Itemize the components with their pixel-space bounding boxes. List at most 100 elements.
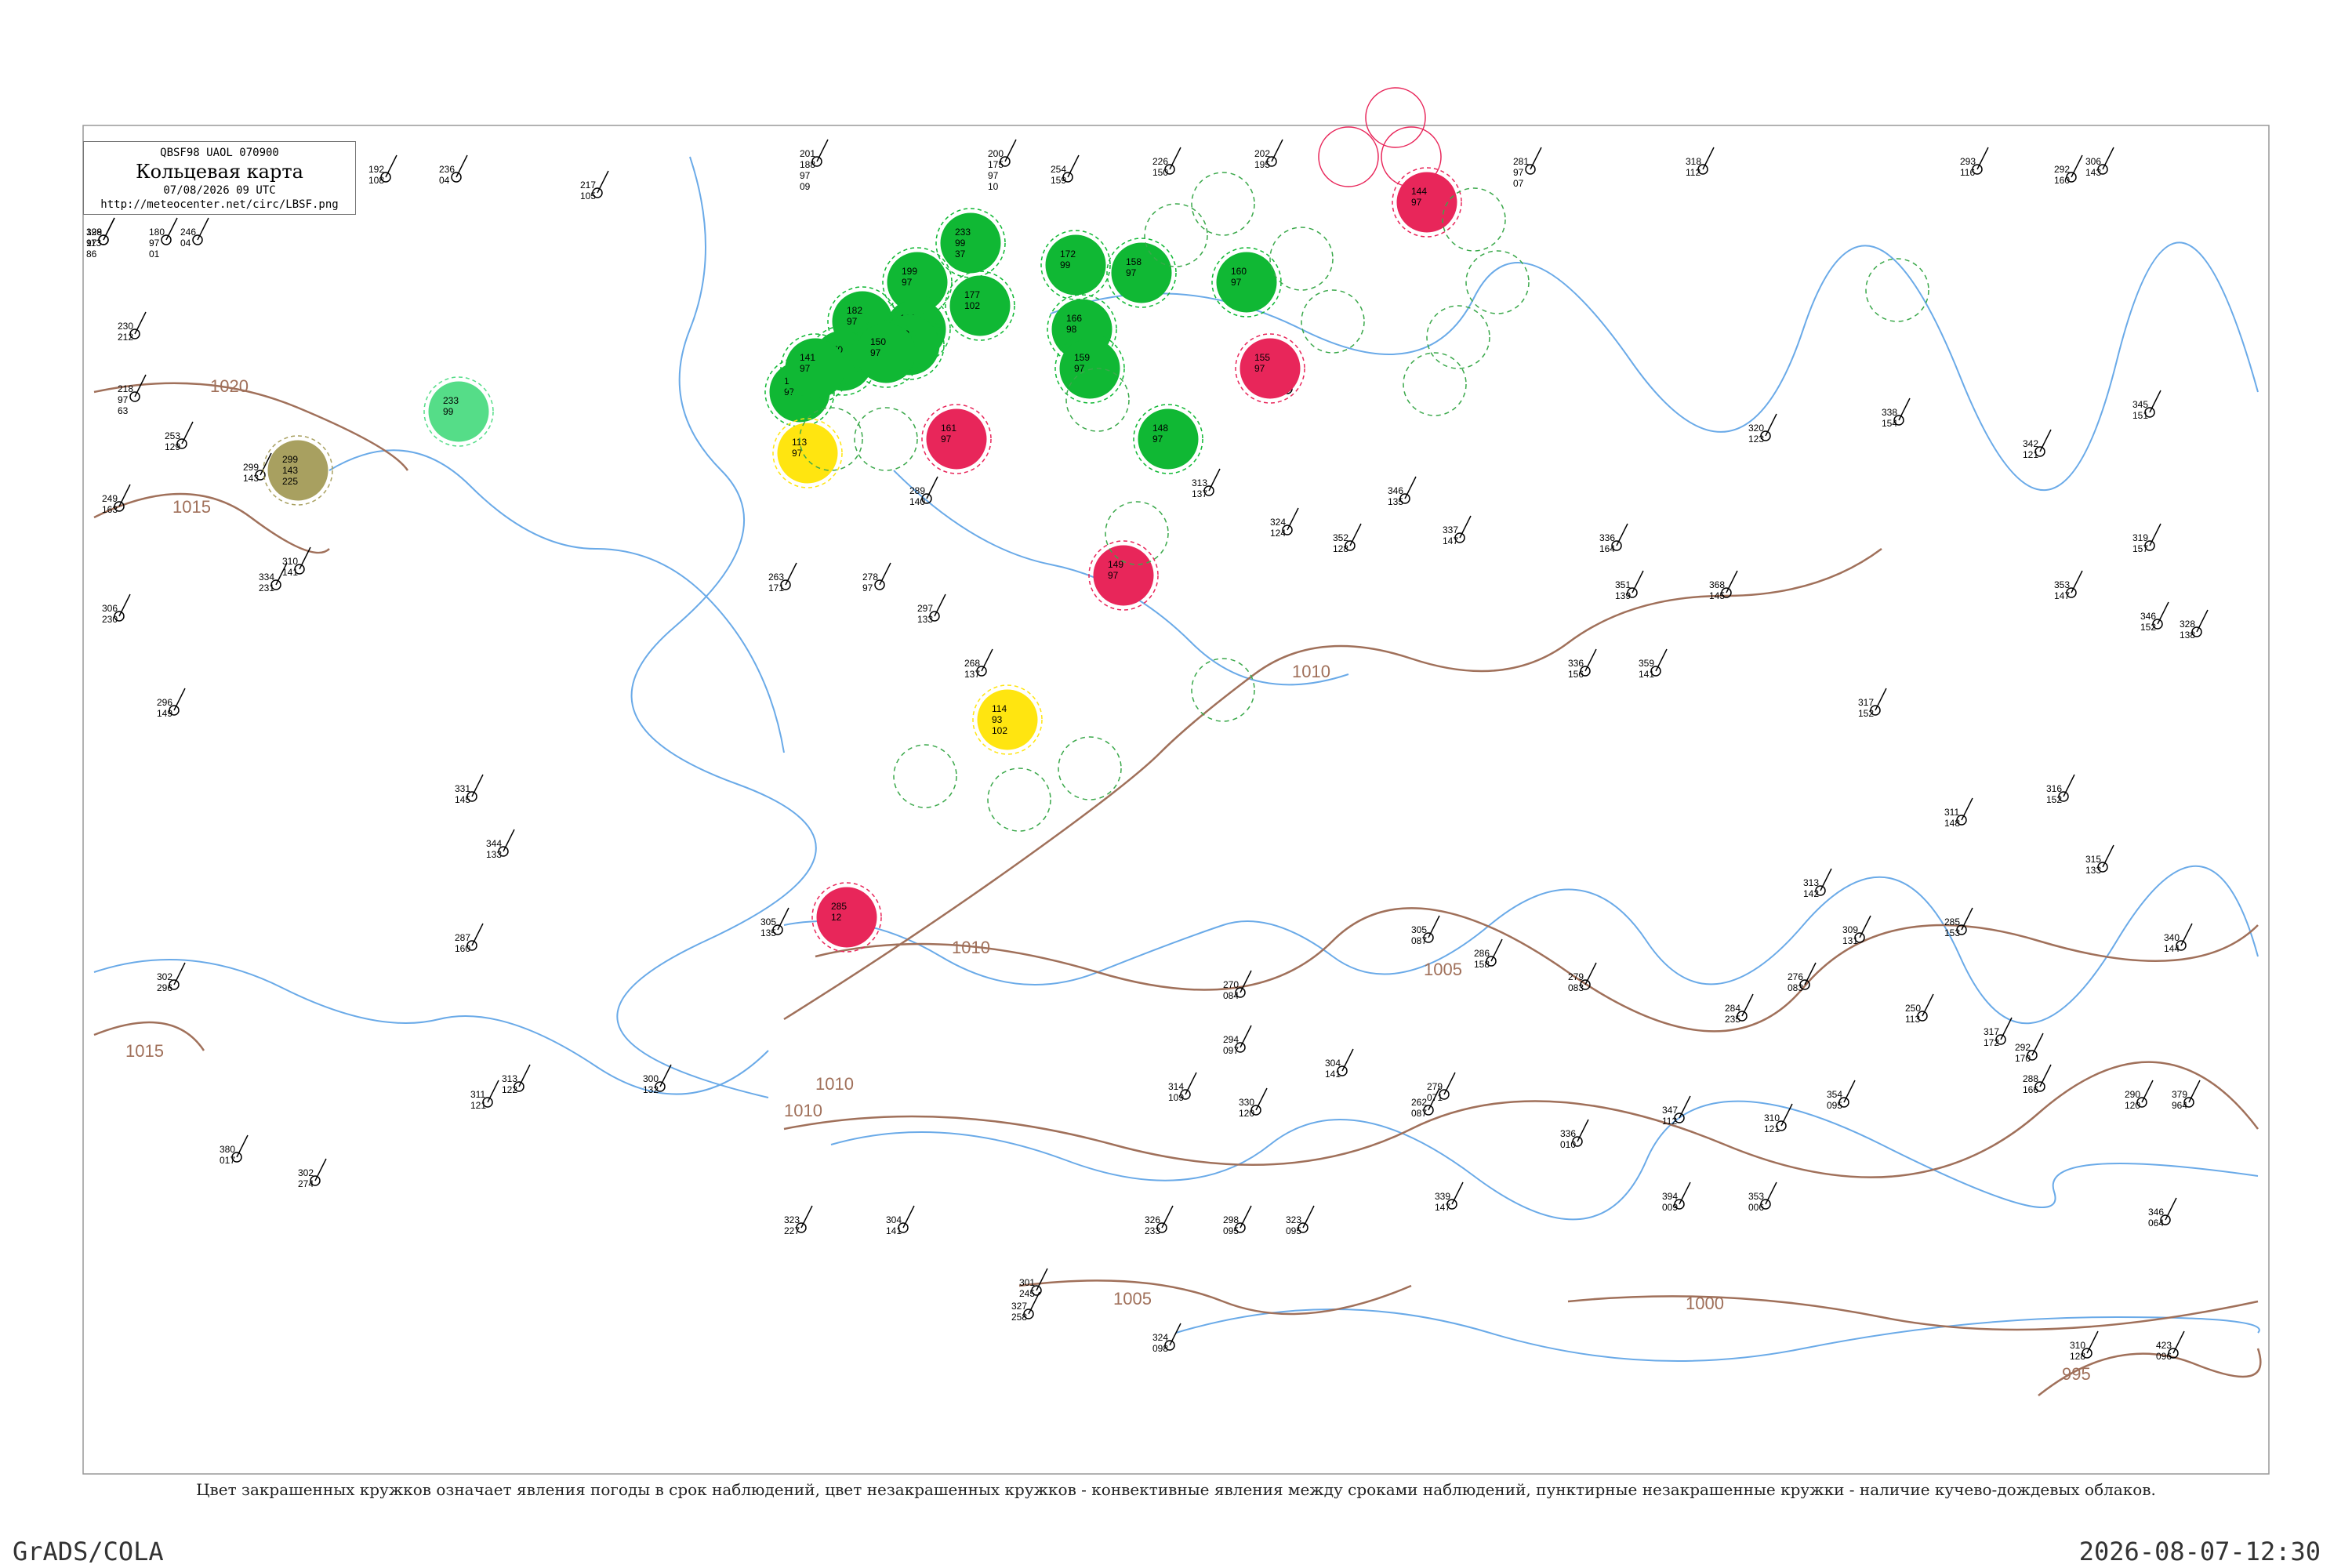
station-value: 99	[1060, 260, 1071, 270]
station-value: 152	[2140, 622, 2156, 633]
station-value: 317	[1858, 697, 1874, 708]
station-value: 301	[1019, 1277, 1035, 1288]
station-value: 121	[470, 1100, 486, 1111]
station-value: 353	[2054, 579, 2070, 590]
source-url[interactable]: http://meteocenter.net/circ/LBSF.png	[84, 198, 355, 211]
station-value: 124	[1270, 528, 1286, 539]
station-value: 346	[1388, 485, 1403, 496]
station-value: 163	[102, 504, 118, 515]
station-value: 270	[1223, 979, 1239, 990]
station-value: 147	[1435, 1202, 1450, 1213]
station-value: 353	[1748, 1191, 1764, 1202]
station-value: 97	[1231, 277, 1242, 288]
station-value: 10	[988, 181, 999, 192]
weather-circle	[977, 689, 1038, 750]
station-value: 160	[2054, 175, 2070, 186]
station-value: 202	[1254, 148, 1270, 159]
station-value: 123	[1748, 434, 1764, 445]
isobar-label: 1020	[210, 376, 249, 396]
station-value: 299	[243, 462, 259, 473]
station-value: 109	[1168, 1092, 1184, 1103]
station-value: 380	[220, 1144, 235, 1155]
station-value: 160	[455, 943, 470, 954]
station-value: 087	[1411, 935, 1427, 946]
station-value: 142	[1803, 888, 1819, 899]
station-value: 083	[1788, 982, 1803, 993]
station-value: 147	[2054, 590, 2070, 601]
station-value: 141	[282, 567, 298, 578]
station-value: 278	[862, 572, 878, 583]
station-value: 287	[455, 932, 470, 943]
station-value: 334	[259, 572, 274, 583]
weather-circle	[855, 322, 916, 383]
station-value: 201	[800, 148, 815, 159]
station-value: 084	[1223, 990, 1239, 1001]
station-value: 336	[1568, 658, 1584, 669]
station-value: 342	[2023, 438, 2038, 449]
isobar-label: 995	[2062, 1364, 2091, 1384]
station-value: 368	[1709, 579, 1725, 590]
weather-circle	[785, 338, 846, 399]
weather-circle	[1059, 338, 1120, 399]
weather-circle	[926, 408, 987, 470]
station-value: 97	[902, 277, 913, 288]
station-value: 336	[1560, 1128, 1576, 1139]
station-value: 144	[1411, 186, 1427, 197]
station-value: 141	[1639, 669, 1654, 680]
isobar-label: 1010	[952, 938, 990, 957]
station-value: 276	[1788, 971, 1803, 982]
weather-circle	[777, 423, 838, 484]
station-value: 97	[847, 316, 858, 327]
weather-circle	[816, 887, 877, 948]
station-value: 305	[1411, 924, 1427, 935]
station-value: 338	[1882, 407, 1897, 418]
station-value: 97	[988, 170, 999, 181]
weather-circle	[1138, 408, 1199, 470]
station-value: 112	[1686, 167, 1700, 178]
station-value: 113	[1905, 1014, 1920, 1025]
station-value: 323	[1286, 1214, 1301, 1225]
station-value: 121	[1764, 1123, 1780, 1134]
station-value: 313	[1192, 477, 1207, 488]
station-value: 340	[2164, 932, 2180, 943]
weather-circle	[1216, 252, 1277, 313]
station-value: 140	[909, 496, 925, 507]
station-value: 97	[1108, 570, 1119, 581]
station-value: 346	[2140, 611, 2156, 622]
station-value: 37	[955, 249, 966, 260]
station-value: 250	[1905, 1003, 1921, 1014]
station-value: 133	[917, 614, 933, 625]
station-value: 279	[1568, 971, 1584, 982]
station-value: 199	[902, 266, 917, 277]
station-value: 122	[502, 1084, 517, 1095]
station-value: 231	[259, 583, 274, 593]
station-value: 182	[847, 305, 862, 316]
station-value: 324	[1152, 1332, 1168, 1343]
station-value: 302	[298, 1167, 314, 1178]
station-value: 346	[2148, 1207, 2164, 1218]
station-value: 294	[1223, 1034, 1239, 1045]
station-value: 149	[157, 708, 172, 719]
station-value: 319	[2132, 532, 2148, 543]
station-value: 327	[1011, 1301, 1027, 1312]
station-value: 311	[470, 1089, 485, 1100]
map-datetime: 07/08/2026 09 UTC	[163, 184, 276, 197]
station-value: 105	[580, 191, 596, 201]
station-value: 964	[2172, 1100, 2187, 1111]
station-value: 147	[1443, 535, 1458, 546]
station-value: 344	[486, 838, 502, 849]
station-value: 230	[118, 321, 133, 332]
station-value: 139	[1615, 590, 1631, 601]
map-frame	[82, 125, 2270, 1475]
station-value: 99	[955, 238, 966, 249]
station-value: 113	[86, 238, 101, 249]
weather-circle	[1093, 545, 1154, 606]
isobar-label: 1000	[1686, 1294, 1724, 1313]
station-value: 97	[1126, 267, 1137, 278]
station-value: 324	[1270, 517, 1286, 528]
station-value: 133	[486, 849, 502, 860]
legend-caption: Цвет закрашенных кружков означает явлени…	[196, 1480, 2156, 1499]
station-value: 296	[157, 697, 172, 708]
station-value: 087	[1411, 1108, 1427, 1119]
station-value: 006	[1748, 1202, 1764, 1213]
